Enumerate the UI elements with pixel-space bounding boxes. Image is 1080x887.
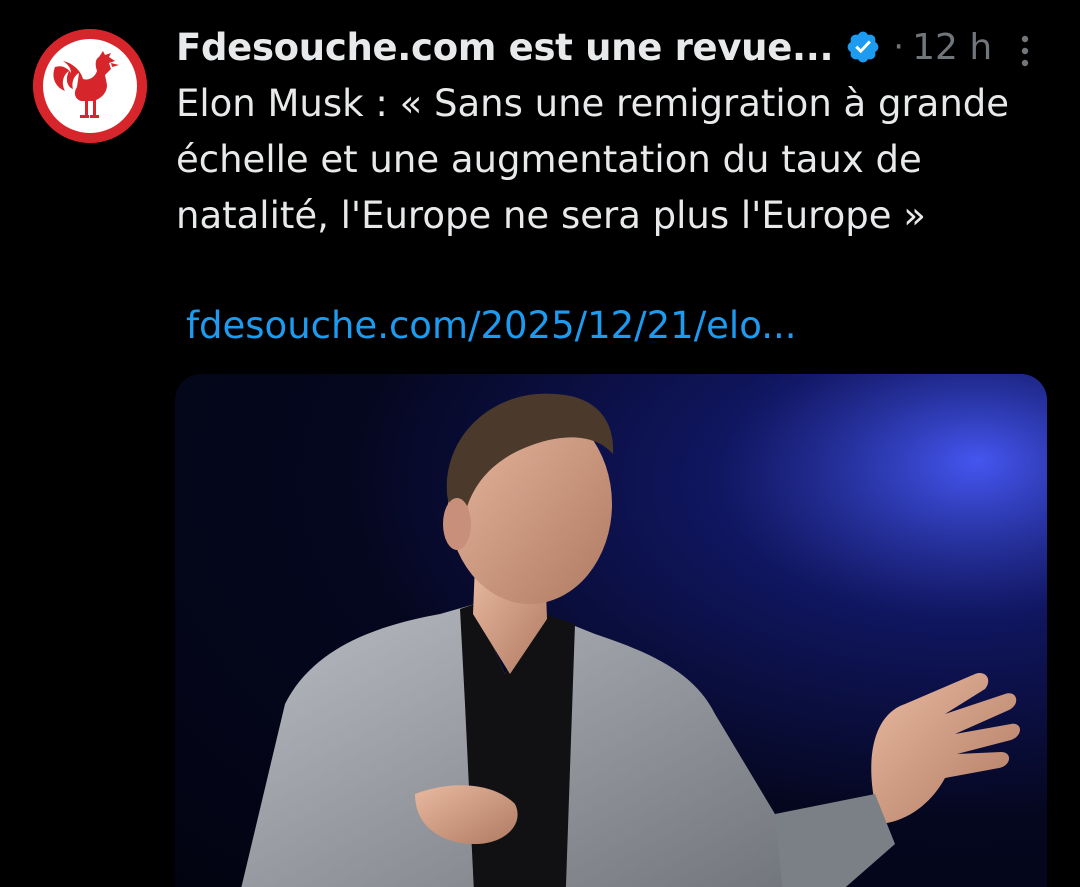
rooster-icon xyxy=(33,29,147,143)
article-link[interactable]: fdesouche.com/2025/12/21/elo... xyxy=(186,304,796,347)
separator-dot: · xyxy=(893,27,905,67)
more-vertical-icon[interactable] xyxy=(1010,30,1040,74)
verified-badge-icon[interactable] xyxy=(845,29,881,65)
timestamp[interactable]: 12 h xyxy=(912,27,992,68)
tweet-header: Fdesouche.com est une revue... · 12 h xyxy=(176,22,992,72)
tweet-media-image[interactable] xyxy=(175,374,1047,887)
display-name[interactable]: Fdesouche.com est une revue... xyxy=(176,26,834,69)
photo-man-in-grey-blazer-icon xyxy=(175,374,1047,887)
tweet[interactable]: Fdesouche.com est une revue... · 12 h El… xyxy=(0,0,1080,887)
avatar[interactable] xyxy=(33,29,147,143)
tweet-text: Elon Musk : « Sans une remigration à gra… xyxy=(176,82,1010,237)
